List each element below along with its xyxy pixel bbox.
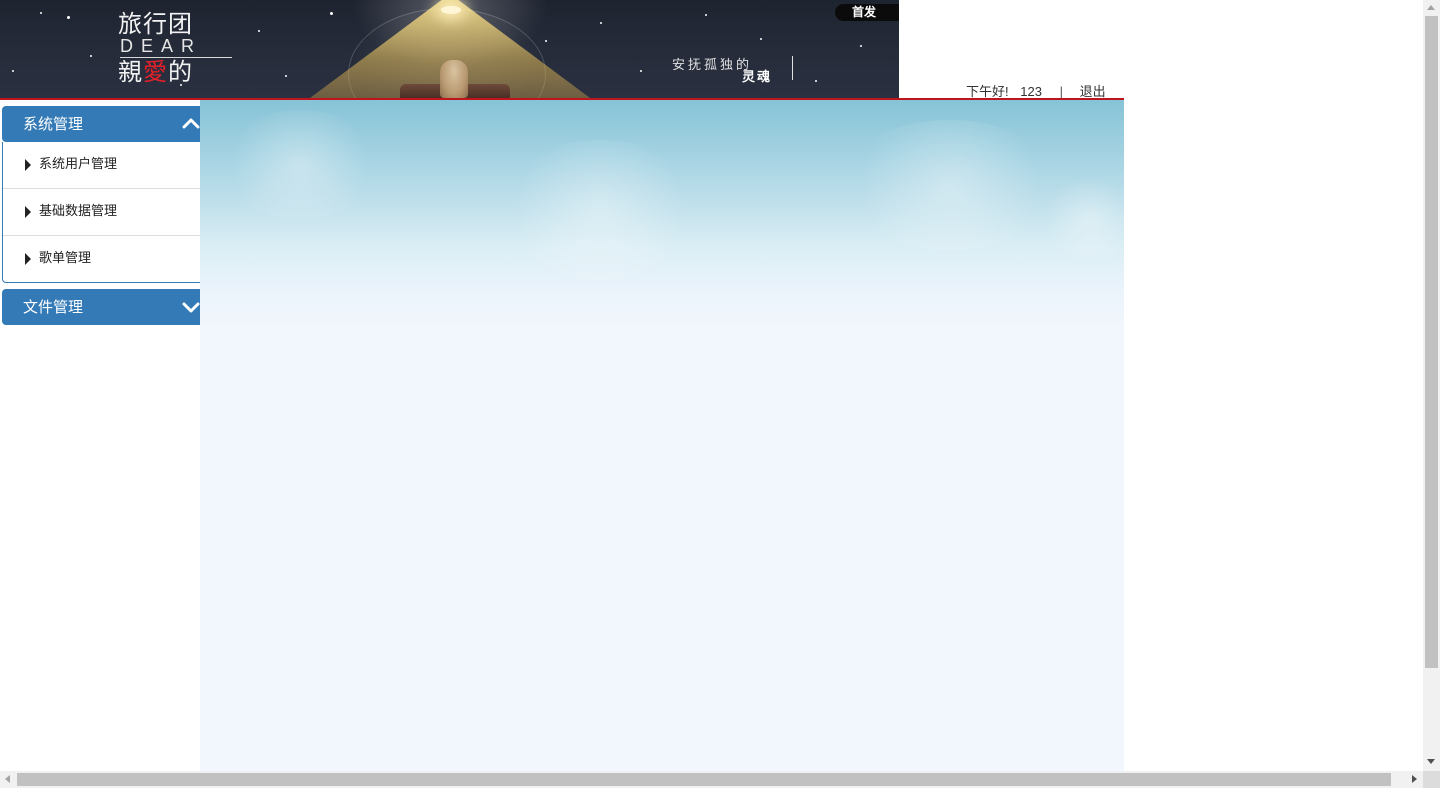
chevron-down-icon bbox=[182, 302, 200, 313]
panel-title: 系统管理 bbox=[23, 115, 84, 133]
menu-item-label: 歌单管理 bbox=[39, 251, 92, 266]
panel-heading-file-management[interactable]: 文件管理 bbox=[2, 289, 200, 325]
slogan-divider bbox=[792, 56, 793, 80]
panel-system-management: 系统管理 系统用户管理 基础数据管理 歌单管理 bbox=[2, 106, 200, 283]
panel-title: 文件管理 bbox=[23, 298, 84, 316]
banner-title-char-1: 親 bbox=[118, 58, 143, 86]
scroll-right-icon[interactable] bbox=[1412, 775, 1417, 783]
menu-item-playlists[interactable]: 歌单管理 bbox=[3, 236, 200, 282]
username: 123 bbox=[1020, 84, 1042, 99]
caret-right-icon bbox=[25, 206, 31, 218]
badge-premiere: 首发 bbox=[835, 4, 899, 21]
caret-right-icon bbox=[25, 253, 31, 265]
menu-item-basic-data[interactable]: 基础数据管理 bbox=[3, 189, 200, 236]
banner-title-zh: 旅行团 bbox=[118, 10, 193, 38]
panel-heading-system-management[interactable]: 系统管理 bbox=[2, 106, 200, 142]
horizontal-scroll-thumb[interactable] bbox=[17, 773, 1391, 786]
sidebar: 系统管理 系统用户管理 基础数据管理 歌单管理 文件管理 bbox=[2, 106, 200, 331]
banner-title-zh2: 親愛的 bbox=[118, 58, 193, 86]
caret-right-icon bbox=[25, 159, 31, 171]
lamp-icon bbox=[441, 6, 461, 14]
header-banner: 旅行团 DEAR 親愛的 安抚孤独的 灵魂 首发 bbox=[0, 0, 899, 98]
menu-item-label: 基础数据管理 bbox=[39, 204, 118, 219]
chevron-up-icon bbox=[182, 118, 200, 129]
panel-file-management: 文件管理 bbox=[2, 289, 200, 325]
panel-body-system-management: 系统用户管理 基础数据管理 歌单管理 bbox=[2, 142, 200, 283]
menu-item-system-users[interactable]: 系统用户管理 bbox=[3, 142, 200, 189]
scroll-down-icon[interactable] bbox=[1427, 759, 1435, 764]
banner-slogan-line2: 灵魂 bbox=[742, 70, 773, 85]
banner-slogan-line1: 安抚孤独的 bbox=[672, 58, 753, 73]
scroll-up-icon[interactable] bbox=[1427, 5, 1435, 10]
girl-illustration bbox=[440, 60, 468, 98]
scroll-left-icon[interactable] bbox=[5, 775, 10, 783]
banner-title-char-red: 愛 bbox=[143, 58, 168, 86]
banner-title-en: DEAR bbox=[120, 36, 203, 56]
scrollbar-corner bbox=[1423, 771, 1440, 788]
main-content-area bbox=[200, 100, 1124, 771]
menu-item-label: 系统用户管理 bbox=[39, 157, 118, 172]
vertical-scroll-thumb[interactable] bbox=[1425, 16, 1438, 668]
banner-title-char-3: 的 bbox=[168, 58, 193, 86]
logout-link[interactable]: 退出 bbox=[1080, 84, 1106, 99]
vertical-scrollbar[interactable] bbox=[1423, 0, 1440, 771]
horizontal-scrollbar[interactable] bbox=[0, 771, 1423, 788]
separator: | bbox=[1059, 84, 1063, 99]
